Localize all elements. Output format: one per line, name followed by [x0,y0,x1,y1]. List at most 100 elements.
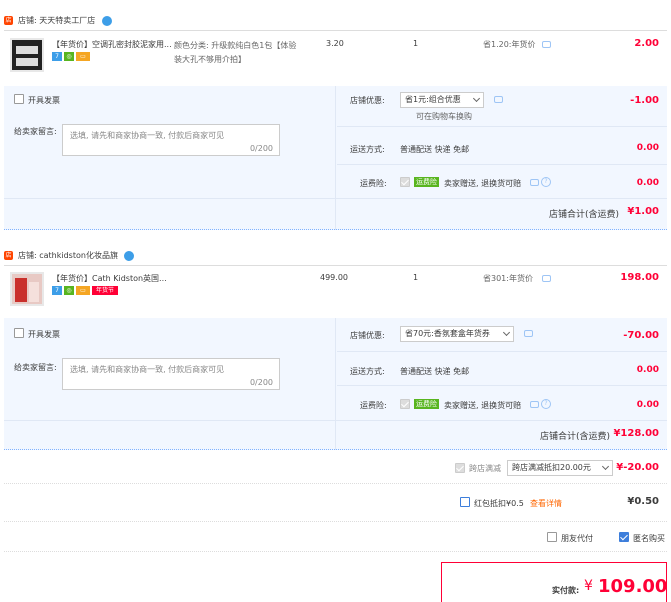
coupon-note: 可在购物车换购 [416,112,472,121]
insurance-tag: 运费险 [414,399,439,409]
chevron-down-icon [601,462,610,471]
shop-total-value: ¥128.00 [613,428,659,439]
invoice-label: 开具发票 [28,96,60,105]
quantity: 1 [413,273,419,282]
redpacket-row: 红包抵扣¥0.5 查看详情 ¥0.50 [4,484,667,522]
subtotal: 2.00 [634,38,659,49]
shipping-label: 运送方式: [350,367,385,376]
shop-total-label: 店铺合计(含运费) [540,432,611,442]
tmall-7day-tag: 7 [52,286,62,295]
pay-label: 实付款: [552,586,580,595]
shop2-header: 店 店铺: cathkidston化妆品旗 [4,249,304,263]
message-textarea[interactable]: 选填, 请先和商家协商一致, 付款后商家可见 0/200 [62,358,280,390]
invoice-checkbox[interactable] [14,328,24,338]
card-pay-tag: ▭ [76,52,90,61]
coupon-select-value: 省1元:组合优惠 [405,95,461,104]
char-count: 0/200 [249,144,273,153]
pay-options-row: 朋友代付 匿名购买 [4,522,667,552]
shop-name[interactable]: 店铺: cathkidston化妆品旗 [18,250,118,261]
coupon-label: 店铺优惠: [350,96,385,105]
char-count: 0/200 [249,378,273,387]
shop-total-label: 店铺合计(含运费) [549,210,620,220]
cross-store-select[interactable]: 跨店满减抵扣20.00元 [507,460,613,476]
unit-price: 3.20 [326,39,344,48]
unit-price: 499.00 [320,273,348,282]
shipping-label: 运送方式: [350,145,385,154]
product-thumbnail[interactable] [10,38,44,72]
divider [337,351,667,352]
coupon-amount: -70.00 [623,330,659,341]
chat-icon[interactable] [530,179,539,186]
divider [337,126,667,127]
divider [4,265,667,266]
friend-pay-label: 朋友代付 [561,534,593,543]
divider [4,420,667,421]
redpacket-details-link[interactable]: 查看详情 [530,498,562,509]
cross-store-row: 跨店满减 跨店满减抵扣20.00元 ¥-20.00 [4,452,667,484]
anonymous-label: 匿名购买 [633,534,665,543]
guarantee-tag: ◎ [64,52,74,61]
shipping-amount: 0.00 [636,365,659,375]
pay-summary-box: 实付款: ¥ 109.00 [441,562,667,602]
chevron-down-icon [502,328,511,337]
chat-icon[interactable] [542,41,551,48]
insurance-amount: 0.00 [636,400,659,410]
order-item: 【年货价】空调孔密封胶泥家用... 7 ◎ ▭ 颜色分类: 升级款纯白色1包【体… [4,34,667,86]
shop-total-value: ¥1.00 [627,206,659,217]
invoice-checkbox[interactable] [14,94,24,104]
chat-icon[interactable] [530,401,539,408]
anonymous-checkbox[interactable] [619,532,629,542]
promo-text: 省301:年货价 [483,274,533,283]
chat-icon[interactable] [494,96,503,103]
shop1-header: 店 店铺: 天天特卖工厂店 [4,14,304,28]
cross-store-checkbox[interactable] [455,463,465,473]
chevron-down-icon [472,94,481,103]
message-label: 给卖家留言: [14,363,57,372]
insurance-amount: 0.00 [636,178,659,188]
message-label: 给卖家留言: [14,127,57,136]
friend-pay-checkbox[interactable] [547,532,557,542]
verified-icon [102,16,112,26]
subtotal: 198.00 [620,272,659,283]
left-options [4,86,336,230]
message-placeholder: 选填, 请先和商家协商一致, 付款后商家可见 [70,365,225,374]
help-icon[interactable]: ? [541,399,551,409]
festival-tag: 年货节 [92,286,118,295]
divider [4,198,667,199]
cross-store-select-value: 跨店满减抵扣20.00元 [512,463,591,472]
cross-store-amount: ¥-20.00 [616,462,659,473]
insurance-checkbox[interactable] [400,399,410,409]
shipping-method: 普通配送 快递 免邮 [400,145,470,154]
coupon-amount: -1.00 [630,95,659,106]
insurance-checkbox[interactable] [400,177,410,187]
product-title[interactable]: 【年货价】空调孔密封胶泥家用... [52,39,172,50]
verified-icon [124,251,134,261]
shop1-options-panel: 开具发票 给卖家留言: 选填, 请先和商家协商一致, 付款后商家可见 0/200… [4,86,667,230]
cross-store-label: 跨店满减 [469,464,501,473]
pay-currency: ¥ [584,578,593,594]
insurance-desc: 卖家赠送, 退换货可赔 [444,401,522,410]
chat-icon[interactable] [542,275,551,282]
insurance-label: 运费险: [360,401,387,410]
product-title[interactable]: 【年货价】Cath Kidston英国... [52,273,167,284]
divider [337,164,667,165]
redpacket-checkbox[interactable] [460,497,470,507]
shop-icon: 店 [4,251,13,260]
redpacket-label: 红包抵扣¥0.5 [474,499,524,508]
message-placeholder: 选填, 请先和商家协商一致, 付款后商家可见 [70,131,225,140]
tmall-7day-tag: 7 [52,52,62,61]
divider [4,30,667,31]
order-item: 【年货价】Cath Kidston英国... 7 ◎ ▭ 年货节 499.00 … [4,268,667,318]
coupon-select[interactable]: 省1元:组合优惠 [400,92,484,108]
pay-total: 109.00 [598,576,668,597]
shipping-amount: 0.00 [636,143,659,153]
coupon-select[interactable]: 省70元:香氛套盒年货券 [400,326,514,342]
shop-icon: 店 [4,16,13,25]
card-pay-tag: ▭ [76,286,90,295]
help-icon[interactable]: ? [541,177,551,187]
product-thumbnail[interactable] [10,272,44,306]
chat-icon[interactable] [524,330,533,337]
message-textarea[interactable]: 选填, 请先和商家协商一致, 付款后商家可见 0/200 [62,124,280,156]
promo-text: 省1.20:年货价 [483,40,536,49]
shop-name[interactable]: 店铺: 天天特卖工厂店 [18,15,95,26]
